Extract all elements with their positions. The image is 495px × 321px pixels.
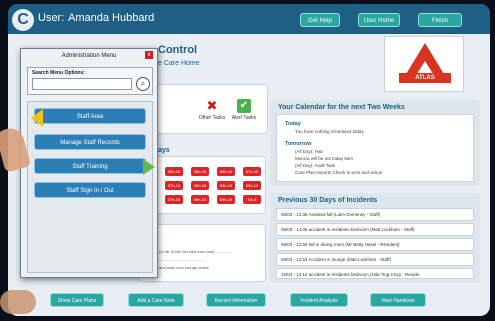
menu-search-label: Search Menu Options:: [32, 70, 86, 76]
rota-cell[interactable]: 09h-15: [243, 181, 261, 190]
menu-search-box: Search Menu Options: ⌕: [27, 67, 153, 95]
menu-list: Staff Area Manage Staff Records Staff Tr…: [27, 101, 155, 273]
search-icon[interactable]: ⌕: [136, 77, 150, 91]
rota-cell[interactable]: 09h-15: [217, 195, 235, 204]
rota-cell[interactable]: 07h-15: [165, 195, 183, 204]
staff-area-label: Staff Area: [76, 114, 104, 120]
menu-close-button[interactable]: x: [145, 51, 153, 59]
note-line: and wipe over lounge chairs: [159, 265, 209, 270]
calendar-item: Care Plan Imports Check to print and act…: [295, 170, 383, 175]
calendar-item: Monica will be out today 9am: [295, 156, 354, 161]
incidents-title: Previous 30 Days of Incidents: [278, 197, 378, 204]
calendar-item: (All Day): Audit Task: [295, 163, 336, 168]
rota-cell[interactable]: 07h-15: [243, 167, 261, 176]
menu-title: Administration Menu: [61, 53, 117, 59]
tasks-panel: ✖ Other Tasks ✔ Alert Tasks: [156, 84, 268, 134]
incident-row[interactable]: 15/03 - 14:12 accident in residents bedr…: [276, 268, 474, 279]
red-cross-icon: ✖: [206, 98, 218, 113]
app-logo: C: [12, 9, 34, 31]
view-handover-button[interactable]: View Handover: [370, 293, 426, 307]
incident-row[interactable]: 06/03 - 12:58 fall in dining room (Mr Be…: [276, 238, 474, 251]
add-care-note-button[interactable]: Add a Care Note: [128, 293, 184, 307]
arrow-right-icon: [143, 159, 155, 175]
rota-title: ays: [158, 147, 170, 154]
user-home-button[interactable]: User Home: [358, 13, 400, 27]
alert-tasks-label: Alert Tasks: [231, 115, 257, 121]
rota-cell[interactable]: 07h-15: [165, 181, 183, 190]
note-line: ........................................…: [159, 257, 206, 262]
rota-cell[interactable]: 09h-15: [191, 181, 209, 190]
atlas-logo-label: ATLAS: [399, 73, 451, 83]
user-name: Amanda Hubbard: [68, 12, 155, 24]
rota-cell[interactable]: 09h-15: [191, 167, 209, 176]
record-information-button[interactable]: Record Information: [206, 293, 266, 307]
staff-training-label: Staff Training: [72, 164, 108, 170]
page-title: Control: [158, 44, 198, 56]
incidents-panel: Previous 30 Days of Incidents 06/03 - 14…: [270, 193, 480, 283]
manage-staff-records-button[interactable]: Manage Staff Records: [34, 134, 146, 150]
other-tasks-label: Other Tasks: [198, 115, 226, 121]
incident-row[interactable]: 06/03 - 12:54 Accident in lounge (Matt L…: [276, 253, 474, 266]
alert-tasks-button[interactable]: ✔ Alert Tasks: [229, 99, 259, 121]
incident-analysis-button[interactable]: Incident Analysis: [290, 293, 348, 307]
other-tasks-button[interactable]: ✖ Other Tasks: [197, 98, 227, 122]
calendar-panel: Your Calendar for the next Two Weeks Tod…: [270, 100, 480, 186]
green-check-icon: ✔: [237, 99, 251, 113]
administration-menu: Administration Menu x Search Menu Option…: [20, 48, 158, 278]
app-screen: C User: Amanda Hubbard Get Help User Hom…: [8, 4, 490, 316]
finish-button[interactable]: Finish: [418, 13, 462, 27]
rota-cell[interactable]: 09h-15: [217, 167, 235, 176]
page-subtitle: e Care Home: [158, 60, 200, 67]
calendar-item: (All Day): Hair: [295, 149, 324, 154]
calendar-today-text: You have nothing scheduled today: [295, 129, 364, 134]
rota-cell[interactable]: 09h-15: [191, 195, 209, 204]
staff-area-button[interactable]: Staff Area: [31, 108, 146, 127]
rota-cell[interactable]: 09h-15: [165, 167, 183, 176]
calendar-body[interactable]: Today You have nothing scheduled today T…: [276, 114, 474, 182]
atlas-logo-panel: ATLAS: [384, 36, 464, 92]
staff-sign-in-out-button[interactable]: Staff Sign In / Out: [34, 182, 146, 198]
user-hand: [0, 290, 36, 314]
calendar-today-heading: Today: [285, 121, 301, 127]
incident-row[interactable]: 06/03 - 14:38 Assisted fall (Liam Domene…: [276, 208, 474, 221]
arrow-left-icon: [31, 109, 43, 127]
calendar-tomorrow-heading: Tomorrow: [285, 141, 312, 147]
staff-training-button[interactable]: Staff Training: [34, 158, 155, 175]
rota-cell[interactable]: N4-0: [243, 195, 261, 204]
note-line: (or Mr Smith (for falls from bed) ......…: [159, 249, 232, 254]
menu-search-input[interactable]: [32, 78, 132, 90]
user-label: User:: [38, 12, 65, 24]
incident-row[interactable]: 06/03 - 14:06 accident in residents bedr…: [276, 223, 474, 236]
show-care-plans-button[interactable]: Show Care Plans: [50, 293, 104, 307]
calendar-title: Your Calendar for the next Two Weeks: [278, 104, 405, 111]
rota-cell[interactable]: 09h-15: [217, 181, 235, 190]
top-bar: C User: Amanda Hubbard Get Help User Hom…: [8, 4, 490, 34]
get-help-button[interactable]: Get Help: [300, 13, 340, 27]
